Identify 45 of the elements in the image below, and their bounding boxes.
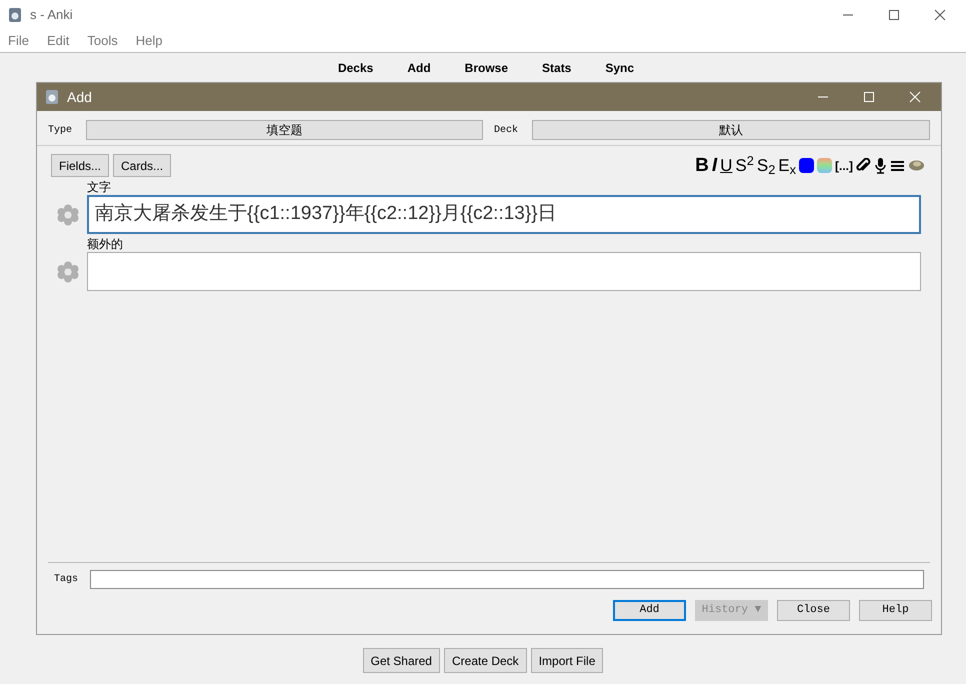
text-color-button[interactable] — [799, 158, 814, 173]
dialog-button[interactable]: Close — [777, 600, 850, 621]
close-icon[interactable] — [934, 9, 946, 21]
cloze-button[interactable]: [...] — [835, 160, 853, 172]
menu-item[interactable]: Help — [136, 31, 162, 51]
app-icon — [8, 7, 22, 23]
menu-item[interactable]: File — [8, 31, 29, 51]
underline-button[interactable]: U — [720, 157, 732, 174]
field-input[interactable] — [87, 252, 921, 291]
highlight-color-button[interactable] — [817, 158, 832, 173]
toolbar-link[interactable]: Stats — [542, 59, 572, 77]
paperclip-icon[interactable] — [856, 158, 871, 174]
window-title: s - Anki — [30, 6, 73, 24]
dialog-button[interactable]: Add — [613, 600, 686, 621]
menu-icon[interactable] — [890, 160, 905, 172]
field-label: 额外的 — [87, 237, 124, 252]
deck-action-button[interactable]: Import File — [530, 648, 604, 673]
dialog-title: Add — [67, 88, 92, 106]
format-button[interactable]: S$_{2}$ — [756, 157, 776, 174]
field-input[interactable]: 南京大屠杀发生于{{c1::1937}}年{{c2::12}}月{{c2::13}}日 — [87, 195, 921, 234]
tags-field[interactable] — [90, 570, 924, 589]
deck-button[interactable]: 默认 — [532, 120, 930, 140]
maximize-icon[interactable] — [888, 9, 900, 21]
dialog-button[interactable]: Help — [859, 600, 932, 621]
deck-action-button[interactable]: Get Shared — [362, 648, 440, 673]
italic-button[interactable]: I — [712, 156, 718, 175]
toolbar-link[interactable]: Browse — [464, 59, 508, 77]
app-icon — [45, 89, 59, 105]
toolbar-link[interactable]: Add — [407, 59, 431, 77]
menu-item[interactable]: Tools — [87, 31, 118, 51]
format-button[interactable]: S$^{2}$ — [735, 157, 754, 174]
field-label: 文字 — [87, 180, 112, 195]
microphone-icon[interactable] — [874, 157, 887, 174]
deck-label: Deck — [494, 124, 520, 138]
tags-label: Tags — [54, 573, 80, 587]
toolbar-link[interactable]: Sync — [605, 59, 634, 77]
deck-action-button[interactable]: Create Deck — [444, 648, 527, 673]
note-type-button[interactable]: 填空题 — [86, 120, 484, 140]
bold-button[interactable]: B — [695, 156, 709, 175]
editor-button[interactable]: Cards... — [113, 154, 172, 177]
toolbar-link[interactable]: Decks — [338, 59, 374, 77]
editor-button[interactable]: Fields... — [51, 154, 110, 177]
menu-item[interactable]: Edit — [46, 31, 70, 51]
type-label: Type — [48, 124, 74, 138]
format-button[interactable]: E$_{x}$ — [778, 157, 796, 174]
